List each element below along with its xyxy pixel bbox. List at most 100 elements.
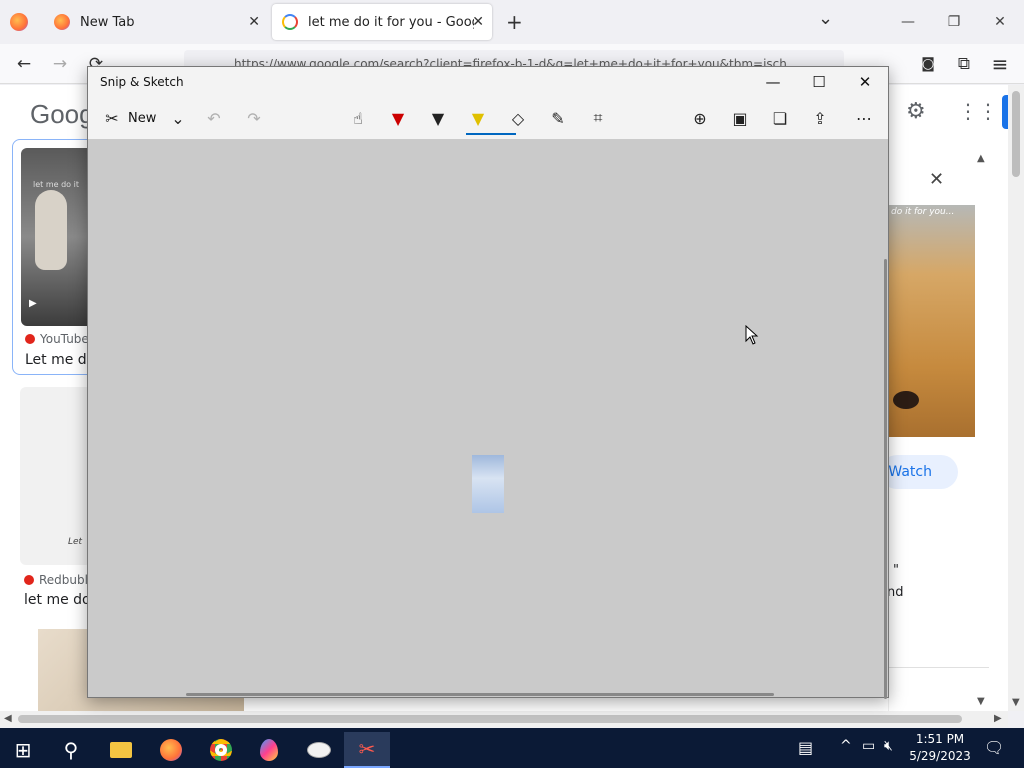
highlighter-icon[interactable]: ▼ bbox=[462, 103, 494, 133]
forward-button[interactable]: → bbox=[46, 52, 74, 76]
more-options-icon[interactable]: ⋯ bbox=[848, 103, 880, 133]
new-button[interactable]: New bbox=[128, 111, 156, 126]
horizontal-scrollbar[interactable]: ◀ ▶ bbox=[0, 711, 1008, 727]
scroll-thumb[interactable] bbox=[1012, 91, 1020, 177]
result-source: Redbubl bbox=[24, 573, 88, 587]
news-widget-icon[interactable]: ▤ bbox=[798, 738, 813, 757]
google-apps-icon[interactable]: ⋮⋮⋮ bbox=[958, 99, 1008, 123]
file-explorer-icon[interactable] bbox=[98, 732, 144, 768]
snip-sketch-taskbar-icon[interactable]: ✂ bbox=[344, 732, 390, 768]
undo-icon[interactable]: ↶ bbox=[198, 103, 230, 133]
snippet-tail: nd bbox=[887, 585, 904, 600]
result-caption[interactable]: Let me do bbox=[25, 352, 95, 368]
close-tab-icon[interactable]: ✕ bbox=[248, 14, 260, 30]
paint-3d-icon[interactable] bbox=[246, 732, 292, 768]
windows-taskbar: ⊞ ⚲ ✂ ▤ ^ ▭ 🔇︎ 1:51 PM 5/29/2023 🗨︎ bbox=[0, 728, 1024, 768]
google-icon bbox=[282, 14, 298, 30]
active-tool-indicator bbox=[466, 133, 516, 135]
ruler-icon[interactable]: ✎ bbox=[542, 103, 574, 133]
youtube-icon bbox=[25, 334, 35, 344]
canvas-horizontal-scrollbar[interactable] bbox=[186, 693, 774, 696]
result-source: YouTube bbox=[25, 332, 89, 346]
scroll-down-arrow[interactable]: ▼ bbox=[1012, 697, 1020, 708]
mouse-cursor-icon bbox=[745, 324, 759, 349]
dog-face-image bbox=[35, 190, 67, 270]
new-tab-button[interactable]: + bbox=[506, 10, 523, 34]
snip-sketch-window: Snip & Sketch — ☐ ✕ ✂ New ⌄ ↶ ↷ ☝ ▼ ▼ ▼ … bbox=[87, 66, 889, 699]
share-icon[interactable]: ⇪ bbox=[804, 103, 836, 133]
dog-nose bbox=[893, 391, 919, 409]
close-button[interactable]: ✕ bbox=[980, 8, 1020, 36]
snippet-quote: " bbox=[893, 563, 899, 578]
system-clock[interactable]: 1:51 PM 5/29/2023 bbox=[906, 731, 974, 765]
watch-button[interactable]: Watch bbox=[880, 455, 958, 489]
clock-date: 5/29/2023 bbox=[909, 749, 971, 763]
google-logo[interactable]: Goog bbox=[30, 99, 94, 130]
preview-caption: do it for you... bbox=[891, 207, 955, 217]
window-title: Snip & Sketch bbox=[100, 75, 184, 89]
pocket-icon[interactable]: ◙ bbox=[914, 52, 942, 76]
new-snip-icon[interactable]: ✂ bbox=[96, 103, 128, 133]
scroll-left-arrow[interactable]: ◀ bbox=[4, 713, 12, 724]
browser-tab-bar: New Tab ✕ let me do it for you - Google … bbox=[0, 0, 1024, 44]
canvas-vertical-scrollbar[interactable] bbox=[884, 259, 887, 699]
crop-icon[interactable]: ⌗ bbox=[582, 103, 614, 133]
vertical-scrollbar[interactable]: ▼ bbox=[1008, 85, 1024, 711]
tab-list-button[interactable]: ⌄ bbox=[818, 8, 833, 29]
tab-google-search[interactable]: let me do it for you - Google Se ✕ bbox=[272, 4, 492, 40]
copy-icon[interactable]: ❏ bbox=[764, 103, 796, 133]
menu-icon[interactable]: ≡ bbox=[986, 52, 1014, 76]
start-button[interactable]: ⊞ bbox=[0, 732, 46, 768]
scroll-right-arrow[interactable]: ▶ bbox=[994, 713, 1002, 724]
play-icon: ▶ bbox=[29, 298, 37, 309]
firefox-icon bbox=[54, 14, 70, 30]
result-thumbnail[interactable]: Let bbox=[20, 387, 92, 565]
settings-gear-icon[interactable]: ⚙ bbox=[906, 99, 926, 124]
notification-icon[interactable]: 🗨︎ bbox=[984, 738, 1004, 757]
zoom-icon[interactable]: ⊕ bbox=[684, 103, 716, 133]
ballpoint-pen-icon[interactable]: ▼ bbox=[382, 103, 414, 133]
firefox-logo bbox=[160, 739, 182, 761]
preview-image[interactable]: do it for you... bbox=[889, 205, 975, 437]
tab-title: New Tab bbox=[80, 14, 135, 30]
snip-toolbar: ✂ New ⌄ ↶ ↷ ☝ ▼ ▼ ▼ ◇ ✎ ⌗ ⊕ ▣ ❏ ⇪ ⋯ bbox=[88, 99, 888, 137]
extensions-icon[interactable]: ⧉ bbox=[950, 52, 978, 76]
drop-shape bbox=[260, 739, 278, 761]
palette-shape bbox=[307, 742, 331, 758]
captured-snip-image[interactable] bbox=[472, 455, 504, 513]
chrome-logo bbox=[210, 739, 232, 761]
paint-icon[interactable] bbox=[296, 732, 342, 768]
page-scroll-up[interactable]: ▲ bbox=[977, 153, 985, 164]
clock-time: 1:51 PM bbox=[915, 732, 965, 746]
minimize-button[interactable]: — bbox=[750, 67, 796, 97]
maximize-button[interactable]: ❐ bbox=[934, 8, 974, 36]
tray-expand-icon[interactable]: ^ bbox=[840, 738, 852, 754]
save-icon[interactable]: ▣ bbox=[724, 103, 756, 133]
close-button[interactable]: ✕ bbox=[842, 67, 888, 97]
maximize-button[interactable]: ☐ bbox=[796, 67, 842, 97]
page-scroll-down[interactable]: ▼ bbox=[977, 696, 985, 707]
tab-title: let me do it for you - Google Se bbox=[308, 14, 474, 30]
close-tab-icon[interactable]: ✕ bbox=[472, 14, 484, 30]
volume-muted-icon[interactable]: 🔇︎ bbox=[884, 738, 893, 754]
redo-icon[interactable]: ↷ bbox=[238, 103, 270, 133]
chevron-down-icon[interactable]: ⌄ bbox=[162, 103, 194, 133]
overlay-text: let me do it bbox=[33, 180, 79, 189]
close-preview-icon[interactable]: ✕ bbox=[929, 169, 944, 190]
chrome-icon[interactable] bbox=[198, 732, 244, 768]
scroll-thumb[interactable] bbox=[18, 715, 962, 723]
network-icon[interactable]: ▭ bbox=[862, 738, 875, 754]
result-caption[interactable]: let me do bbox=[24, 592, 91, 608]
tab-new-tab[interactable]: New Tab ✕ bbox=[44, 4, 268, 40]
touch-writing-icon[interactable]: ☝ bbox=[342, 103, 374, 133]
firefox-view-icon[interactable] bbox=[10, 13, 28, 31]
pencil-icon[interactable]: ▼ bbox=[422, 103, 454, 133]
image-preview-panel: ✕ do it for you... " nd bbox=[887, 153, 990, 711]
back-button[interactable]: ← bbox=[10, 52, 38, 76]
firefox-icon[interactable] bbox=[148, 732, 194, 768]
search-icon[interactable]: ⚲ bbox=[48, 732, 94, 768]
minimize-button[interactable]: — bbox=[888, 8, 928, 36]
result-card[interactable]: Let bbox=[20, 387, 92, 565]
eraser-icon[interactable]: ◇ bbox=[502, 103, 534, 133]
snip-canvas[interactable] bbox=[88, 139, 888, 699]
